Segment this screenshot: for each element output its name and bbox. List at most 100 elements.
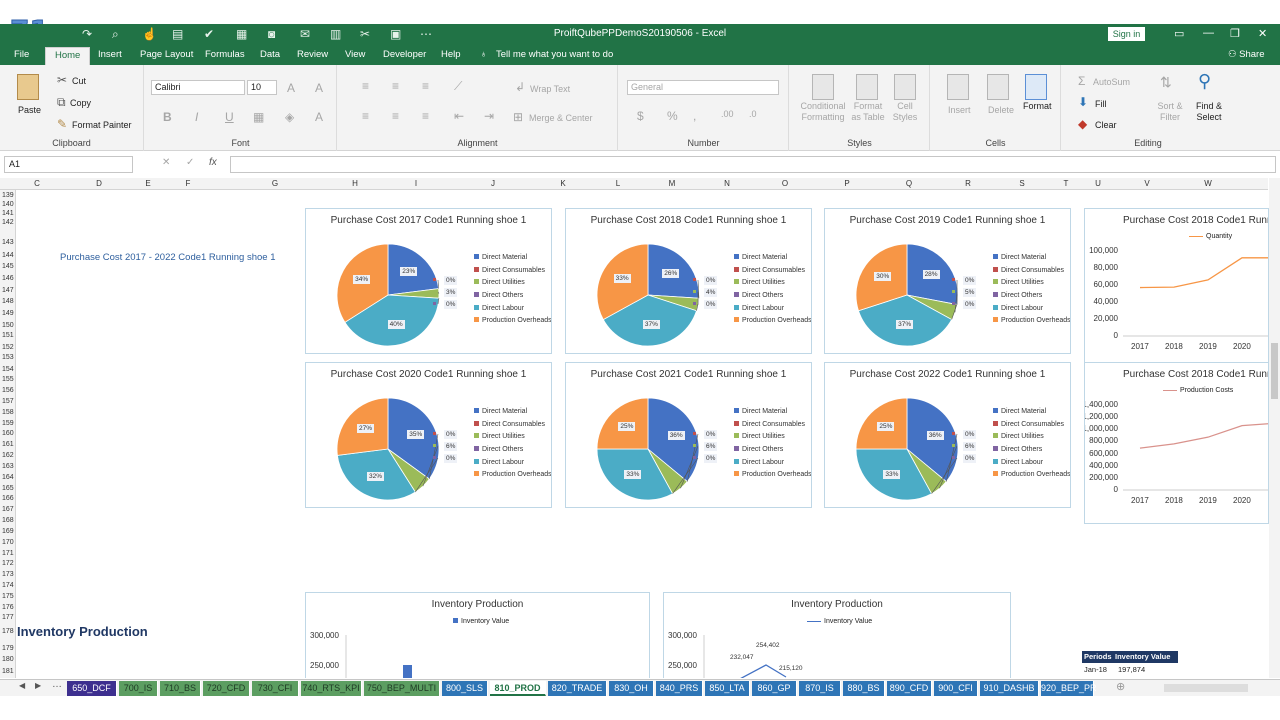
row-header[interactable]: 155 <box>2 376 14 383</box>
row-header[interactable]: 143 <box>2 239 14 246</box>
tab-home[interactable]: Home <box>45 47 91 65</box>
row-header[interactable]: 148 <box>2 298 14 305</box>
sheet-tab[interactable]: 720_CFD <box>203 681 250 696</box>
font-color-icon[interactable]: A <box>315 110 323 124</box>
worksheet[interactable]: Purchase Cost 2017 - 2022 Code1 Running … <box>17 190 1269 678</box>
increase-decimal-icon[interactable]: .00 <box>721 109 734 119</box>
row-header[interactable]: 181 <box>2 668 14 675</box>
row-header[interactable]: 166 <box>2 495 14 502</box>
enter-icon[interactable]: ✓ <box>186 157 194 168</box>
sheet-tab[interactable]: 700_IS <box>119 681 158 696</box>
format-cells-button[interactable]: Format <box>1023 101 1052 111</box>
column-header[interactable]: L <box>612 179 624 188</box>
sheet-tab[interactable]: 870_IS <box>799 681 841 696</box>
row-header[interactable]: 142 <box>2 219 14 226</box>
tell-me-input[interactable]: Tell me what you want to do <box>496 49 613 60</box>
clear-button[interactable]: Clear <box>1095 120 1117 130</box>
row-header[interactable]: 168 <box>2 517 14 524</box>
row-header[interactable]: 165 <box>2 485 14 492</box>
function-icon[interactable]: fx <box>209 157 217 168</box>
column-header[interactable]: D <box>93 179 105 188</box>
sheet-tab[interactable]: 920_BEP_PR <box>1041 681 1097 696</box>
sort-filter-button[interactable]: Sort & Filter <box>1156 101 1184 123</box>
column-header[interactable]: P <box>841 179 853 188</box>
find-select-button[interactable]: Find & Select <box>1194 101 1224 123</box>
column-header[interactable]: N <box>721 179 733 188</box>
restore-icon[interactable]: ❐ <box>1230 27 1240 40</box>
pie-chart[interactable]: Purchase Cost 2019 Code1 Running shoe 12… <box>824 208 1071 354</box>
sheet-tab[interactable]: 730_CFI <box>252 681 299 696</box>
tab-page-layout[interactable]: Page Layout <box>140 49 193 60</box>
format-painter-button[interactable]: Format Painter <box>72 120 132 130</box>
align-bottom-icon[interactable]: ≡ <box>422 79 429 93</box>
column-header[interactable]: U <box>1092 179 1104 188</box>
column-header[interactable]: H <box>349 179 361 188</box>
font-name-select[interactable]: Calibri <box>151 80 245 95</box>
merge-center-button[interactable]: Merge & Center <box>529 113 593 123</box>
cut-button[interactable]: Cut <box>72 76 86 86</box>
sheet-tab[interactable]: 650_DCF <box>67 681 117 696</box>
wrap-text-button[interactable]: Wrap Text <box>530 84 570 94</box>
row-header[interactable]: 170 <box>2 539 14 546</box>
next-sheet-icon[interactable]: ▶ <box>35 681 41 690</box>
sheet-tab[interactable]: 820_TRADE <box>548 681 607 696</box>
row-header[interactable]: 173 <box>2 571 14 578</box>
row-header[interactable]: 157 <box>2 398 14 405</box>
percent-icon[interactable]: % <box>667 109 678 123</box>
fill-button[interactable]: Fill <box>1095 99 1107 109</box>
increase-indent-icon[interactable]: ⇥ <box>484 109 494 123</box>
sheet-tab[interactable]: 910_DASHB <box>980 681 1039 696</box>
row-header[interactable]: 175 <box>2 593 14 600</box>
delete-cells-button[interactable]: Delete <box>988 105 1014 115</box>
line-chart[interactable]: Purchase Cost 2018 Code1 RunningProducti… <box>1084 362 1269 524</box>
pie-chart[interactable]: Purchase Cost 2018 Code1 Running shoe 12… <box>565 208 812 354</box>
row-header[interactable]: 169 <box>2 528 14 535</box>
column-header[interactable]: K <box>557 179 569 188</box>
horizontal-scrollbar[interactable] <box>1164 684 1248 692</box>
ribbon-display-icon[interactable]: ▭ <box>1174 27 1184 40</box>
tab-insert[interactable]: Insert <box>98 49 122 60</box>
row-header[interactable]: 179 <box>2 645 14 652</box>
column-header[interactable]: R <box>962 179 974 188</box>
row-header[interactable]: 153 <box>2 354 14 361</box>
row-header[interactable]: 164 <box>2 474 14 481</box>
copy-button[interactable]: Copy <box>70 98 91 108</box>
row-header[interactable]: 147 <box>2 287 14 294</box>
cell-styles-button[interactable]: Cell Styles <box>890 101 920 123</box>
italic-icon[interactable]: I <box>195 110 198 124</box>
comma-icon[interactable]: , <box>693 109 696 123</box>
row-header[interactable]: 178 <box>2 628 14 635</box>
insert-cells-button[interactable]: Insert <box>948 105 971 115</box>
row-header[interactable]: 158 <box>2 409 14 416</box>
row-header[interactable]: 174 <box>2 582 14 589</box>
column-header[interactable]: M <box>666 179 678 188</box>
sheet-tab[interactable]: 740_RTS_KPI <box>301 681 362 696</box>
sheet-tab[interactable]: 880_BS <box>843 681 885 696</box>
pie-chart[interactable]: Purchase Cost 2020 Code1 Running shoe 13… <box>305 362 552 508</box>
bar-chart[interactable]: Inventory Production Inventory Value 300,0… <box>305 592 650 678</box>
fill-color-icon[interactable]: ◈ <box>285 110 294 124</box>
sheet-tab[interactable]: 810_PROD <box>490 681 546 696</box>
column-header[interactable]: S <box>1016 179 1028 188</box>
font-size-select[interactable]: 10 <box>247 80 277 95</box>
sheet-tab[interactable]: 890_CFD <box>887 681 932 696</box>
column-header[interactable]: O <box>779 179 791 188</box>
row-header[interactable]: 160 <box>2 430 14 437</box>
row-header[interactable]: 140 <box>2 201 14 208</box>
row-header[interactable]: 145 <box>2 263 14 270</box>
sheet-tab[interactable]: 860_GP <box>752 681 797 696</box>
pie-chart[interactable]: Purchase Cost 2021 Code1 Running shoe 13… <box>565 362 812 508</box>
prev-sheet-icon[interactable]: ◀ <box>19 681 25 690</box>
align-right-icon[interactable]: ≡ <box>422 109 429 123</box>
grow-font-icon[interactable]: A <box>287 81 295 95</box>
vertical-scrollbar[interactable] <box>1269 178 1280 678</box>
row-header[interactable]: 177 <box>2 614 14 621</box>
underline-icon[interactable]: U <box>225 110 234 124</box>
row-header[interactable]: 163 <box>2 463 14 470</box>
number-format-select[interactable]: General <box>627 80 779 95</box>
scroll-thumb[interactable] <box>1271 343 1278 399</box>
column-header[interactable]: J <box>487 179 499 188</box>
line-chart[interactable]: Inventory Production Inventory Value 300,0… <box>663 592 1011 678</box>
sheet-tab[interactable]: 710_BS <box>160 681 201 696</box>
column-header[interactable]: I <box>410 179 422 188</box>
